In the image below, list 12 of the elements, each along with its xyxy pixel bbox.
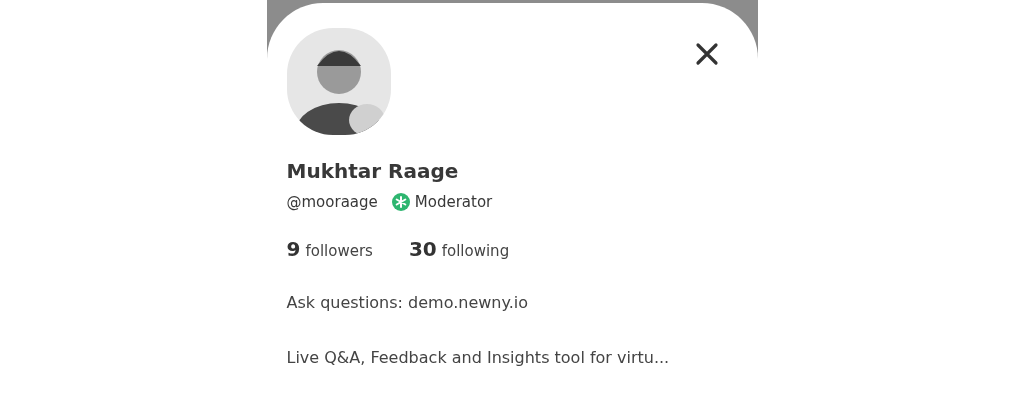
bio-text: Ask questions: demo.newny.io <box>286 293 529 313</box>
profile-name: Mukhtar Raage <box>286 158 460 185</box>
close-icon <box>694 42 719 66</box>
stat-count: 9 <box>286 237 301 261</box>
role-label: Moderator <box>414 193 493 211</box>
username: @mooraage <box>286 193 378 211</box>
stat-label: followers <box>305 242 373 260</box>
close-button[interactable] <box>694 42 719 66</box>
stat-count: 30 <box>408 237 437 261</box>
bio-text: Live Q&A, Feedback and Insights tool for virtu... <box>286 348 671 368</box>
asterisk-icon <box>391 193 410 211</box>
stat-label: following <box>441 242 510 260</box>
